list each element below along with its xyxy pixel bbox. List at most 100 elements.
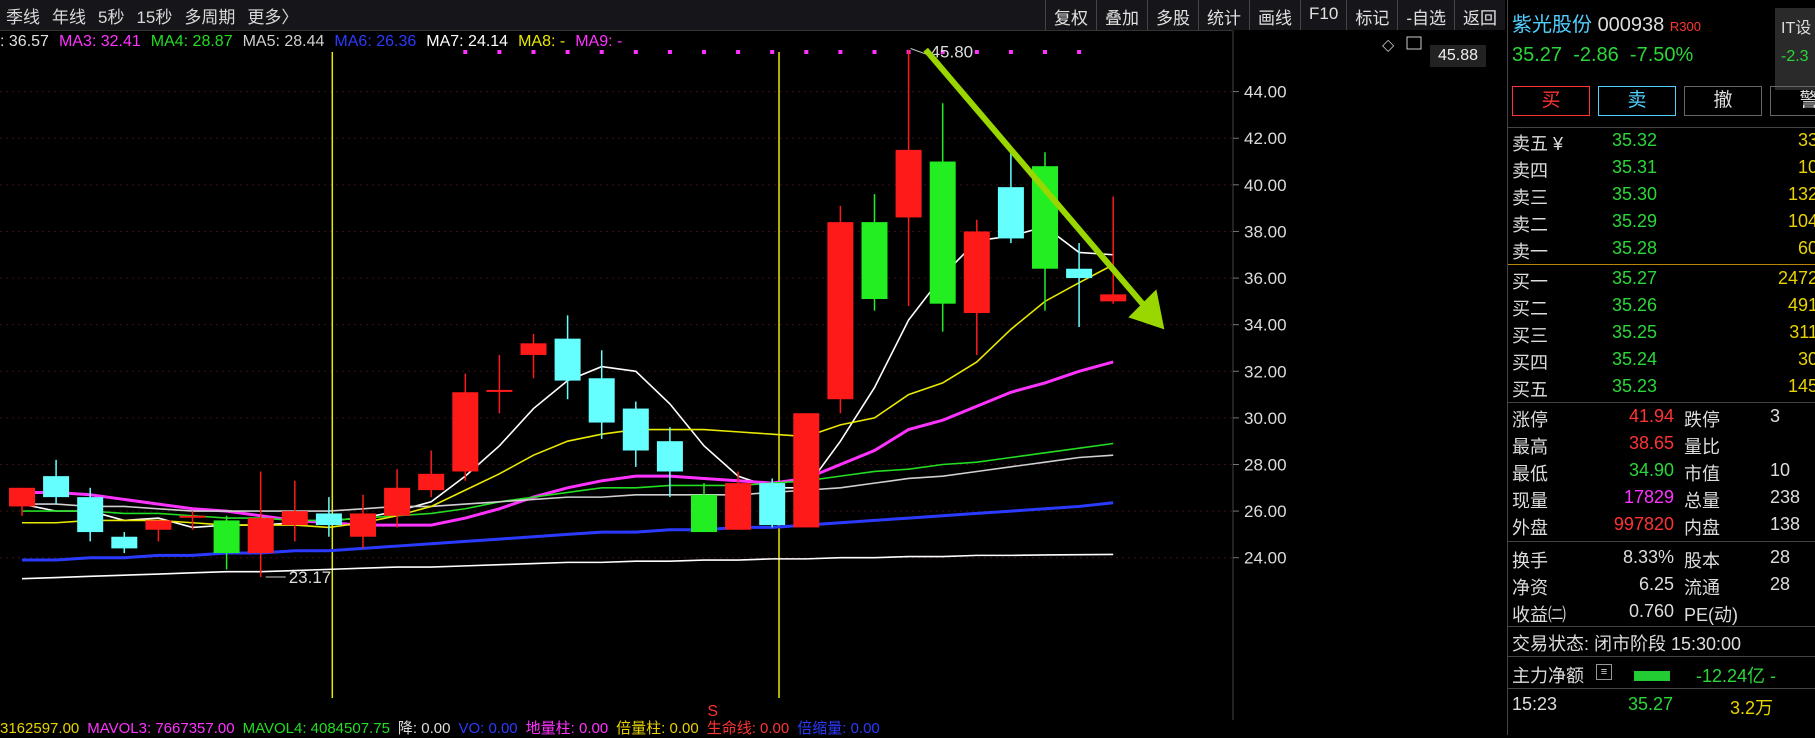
ask-row[interactable]: 卖三 35.30 132 xyxy=(1508,182,1815,209)
bid-volume: 30 xyxy=(1797,349,1815,369)
top-dot-marker xyxy=(770,50,775,54)
ask-row[interactable]: 卖一 35.28 60 xyxy=(1508,236,1815,263)
ask-label: 卖一 xyxy=(1512,242,1548,262)
trade-status-text: 交易状态: 闭市阶段 15:30:00 xyxy=(1512,634,1742,654)
y-tick-label: 40.00 xyxy=(1244,176,1287,195)
cancel-order-button[interactable]: 撤 xyxy=(1684,86,1762,116)
sector-box[interactable]: IT设 -2.3 xyxy=(1775,8,1815,90)
alert-button[interactable]: 警 xyxy=(1770,86,1815,116)
stat-row: 收益㈡ 0.760 PE(动) xyxy=(1508,599,1815,626)
stat-value: 138 xyxy=(1770,514,1801,534)
main-flow-label: 主力净额 xyxy=(1512,666,1584,686)
bid-label: 买五 xyxy=(1512,380,1548,400)
candle-body xyxy=(384,487,411,516)
period-tab-0[interactable]: 季线 xyxy=(6,3,40,28)
price-change-pct: -7.50% xyxy=(1629,44,1694,66)
tool-tab-8[interactable]: 返回 xyxy=(1454,0,1505,30)
period-tabs: 季线 年线 5秒 15秒 多周期 更多〉 xyxy=(0,0,304,30)
bid-volume: 2472 xyxy=(1777,268,1815,288)
y-tick-label: 44.00 xyxy=(1244,83,1287,102)
tool-tab-0[interactable]: 复权 xyxy=(1045,0,1096,30)
volume-indicator-legend: 3162597.00 MAVOL3: 7667357.00 MAVOL4: 4084… xyxy=(0,717,888,737)
ask-row[interactable]: 卖四 35.31 10 xyxy=(1508,155,1815,182)
period-tab-2[interactable]: 5秒 xyxy=(98,3,124,28)
volume-legend-item: 生命线: 0.00 xyxy=(706,720,790,737)
candle-body xyxy=(759,483,786,526)
candle-body xyxy=(43,476,70,498)
candle-body xyxy=(315,513,342,526)
bid-row[interactable]: 买一 35.27 2472 xyxy=(1508,266,1815,293)
tool-tab-1[interactable]: 叠加 xyxy=(1096,0,1147,30)
sector-name: IT设 xyxy=(1781,20,1812,37)
bid-label: 买一 xyxy=(1512,272,1548,292)
ask-price: 35.30 xyxy=(1612,184,1658,204)
bid-volume: 311 xyxy=(1789,322,1815,342)
period-tab-3[interactable]: 15秒 xyxy=(136,3,172,28)
candle-body xyxy=(281,511,308,526)
candle-body xyxy=(77,497,104,533)
ask-volume: 132 xyxy=(1787,184,1815,204)
bid-row[interactable]: 买五 35.23 145 xyxy=(1508,374,1815,401)
list-icon[interactable]: ≡ xyxy=(1596,664,1612,680)
y-tick-label: 32.00 xyxy=(1244,362,1287,381)
tool-tab-6[interactable]: 标记 xyxy=(1346,0,1397,30)
stat-row: 换手 8.33% 股本 28 xyxy=(1508,545,1815,572)
top-dot-marker xyxy=(531,50,536,54)
ask-price: 35.28 xyxy=(1612,238,1658,258)
tool-tab-2[interactable]: 多股 xyxy=(1147,0,1198,30)
stat-value: 17829 xyxy=(1623,487,1674,507)
bid-row[interactable]: 买三 35.25 311 xyxy=(1508,320,1815,347)
sell-button[interactable]: 卖 xyxy=(1598,86,1676,116)
stat-value: 10 xyxy=(1770,460,1791,480)
trade-status: 交易状态: 闭市阶段 15:30:00 xyxy=(1508,628,1815,655)
buy-button[interactable]: 买 xyxy=(1512,86,1590,116)
candle-body xyxy=(622,408,649,451)
period-tab-5[interactable]: 更多〉 xyxy=(247,3,298,28)
candle-body xyxy=(929,161,956,304)
ask-row[interactable]: 卖二 35.29 104 xyxy=(1508,209,1815,236)
candle-body xyxy=(997,187,1024,239)
period-tab-1[interactable]: 年线 xyxy=(52,3,86,28)
tool-tab-5[interactable]: F10 xyxy=(1300,0,1346,30)
top-dot-marker xyxy=(565,50,570,54)
bid-label: 买四 xyxy=(1512,353,1548,373)
top-dot-marker xyxy=(633,50,638,54)
stat-value: 238 xyxy=(1770,487,1801,507)
tool-tab-4[interactable]: 画线 xyxy=(1249,0,1300,30)
y-tick-label: 36.00 xyxy=(1244,269,1287,288)
bid-volume: 491 xyxy=(1787,295,1815,315)
bid-price: 35.26 xyxy=(1612,295,1658,315)
index-tag: R300 xyxy=(1669,19,1701,34)
stat-key: 最低 xyxy=(1512,464,1548,484)
stat-key: 总量 xyxy=(1684,491,1720,511)
stat-key: PE(动) xyxy=(1684,605,1738,625)
stat-key: 流通 xyxy=(1684,578,1720,598)
candle-body xyxy=(793,413,820,528)
ask-label: 卖二 xyxy=(1512,215,1548,235)
candle-body xyxy=(827,222,854,400)
tool-tab-7[interactable]: -自选 xyxy=(1397,0,1454,30)
stat-value: 6.25 xyxy=(1638,574,1674,594)
bid-row[interactable]: 买四 35.24 30 xyxy=(1508,347,1815,374)
tool-tab-3[interactable]: 统计 xyxy=(1198,0,1249,30)
price-line: 35.27 -2.86 -7.50% xyxy=(1512,44,1693,67)
period-tab-4[interactable]: 多周期 xyxy=(184,3,235,28)
trade-buttons: 买卖撤警 xyxy=(1512,86,1815,116)
y-tick-label: 30.00 xyxy=(1244,409,1287,428)
stat-key: 量比 xyxy=(1684,437,1720,457)
stat-row: 最低 34.90 市值 10 xyxy=(1508,458,1815,485)
trend-arrow-shaft xyxy=(923,47,1155,318)
tick-vol: 3.2万 xyxy=(1730,698,1774,718)
candle-body xyxy=(9,487,35,507)
stock-title: 紫光股份 000938 R300 xyxy=(1512,8,1701,37)
axis-top-price: 45.88 xyxy=(1430,45,1486,67)
bid-price: 35.25 xyxy=(1612,322,1658,342)
y-tick-label: 42.00 xyxy=(1244,129,1287,148)
top-dot-marker xyxy=(872,50,877,54)
ask-row[interactable]: 卖五 ¥ 35.32 33 xyxy=(1508,128,1815,155)
stat-key: 外盘 xyxy=(1512,518,1548,538)
bid-label: 买三 xyxy=(1512,326,1548,346)
divider xyxy=(1508,541,1815,542)
bid-row[interactable]: 买二 35.26 491 xyxy=(1508,293,1815,320)
volume-legend-item: 地量柱: 0.00 xyxy=(525,720,609,737)
